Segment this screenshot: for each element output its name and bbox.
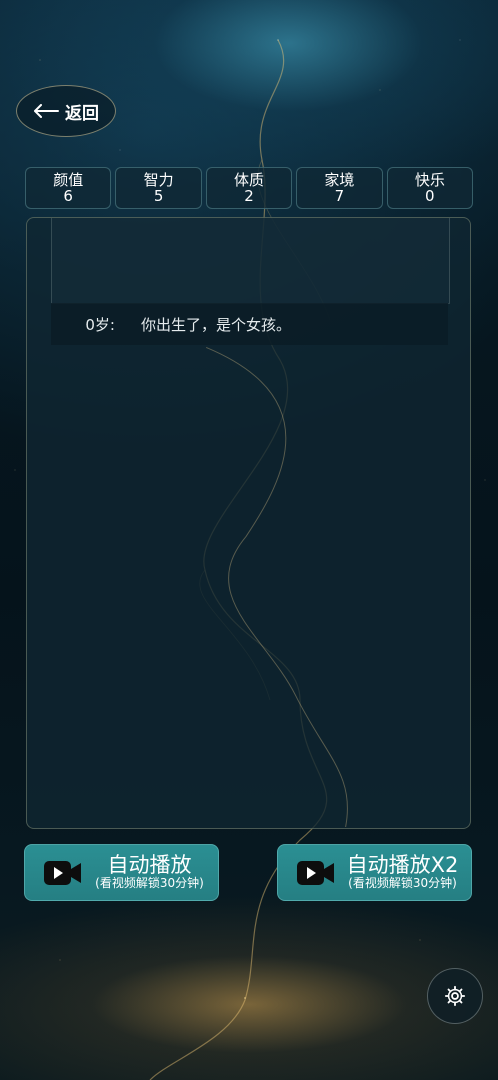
stat-name: 快乐: [414, 170, 445, 189]
auto-play-label: 自动播放: [107, 853, 192, 878]
life-event-panel[interactable]: 0岁: 你出生了，是个女孩。: [26, 217, 471, 829]
auto-play-x2-label: 自动播放X2: [346, 853, 459, 878]
back-button[interactable]: 返回: [16, 85, 116, 137]
stat-value: 2: [244, 187, 254, 205]
settings-button[interactable]: [427, 968, 483, 1024]
stat-family: 家境 7: [296, 167, 383, 209]
gear-icon: [444, 985, 466, 1007]
event-age: 0岁:: [85, 315, 115, 334]
stat-value: 7: [334, 187, 345, 205]
auto-play-x2-sub: (看视频解锁30分钟): [348, 876, 457, 891]
stat-name: 体质: [234, 170, 265, 189]
auto-play-text: 自动播放 (看视频解锁30分钟): [87, 854, 218, 890]
auto-play-sub: (看视频解锁30分钟): [95, 876, 204, 891]
stat-name: 智力: [143, 170, 174, 189]
event-header-area: [51, 218, 450, 304]
video-camera-icon: [44, 860, 81, 885]
stats-bar: 颜值 6 智力 5 体质 2 家境 7 快乐 0: [25, 167, 474, 209]
stat-appearance: 颜值 6: [25, 167, 112, 209]
auto-play-x2-text: 自动播放X2 (看视频解锁30分钟): [340, 854, 471, 890]
stat-intelligence: 智力 5: [115, 167, 202, 209]
arrow-left-icon: [34, 104, 59, 118]
auto-play-x2-button[interactable]: 自动播放X2 (看视频解锁30分钟): [277, 844, 472, 901]
stat-name: 颜值: [53, 170, 84, 189]
stat-name: 家境: [324, 170, 355, 189]
back-label: 返回: [65, 103, 99, 124]
stat-value: 6: [63, 187, 73, 205]
video-camera-icon: [297, 860, 334, 885]
stat-value: 0: [425, 187, 435, 205]
stat-happiness: 快乐 0: [386, 167, 474, 209]
auto-play-button[interactable]: 自动播放 (看视频解锁30分钟): [24, 844, 219, 901]
event-text: 你出生了，是个女孩。: [141, 315, 292, 334]
stat-value: 5: [153, 187, 164, 205]
event-row: 0岁: 你出生了，是个女孩。: [51, 303, 448, 345]
stat-constitution: 体质 2: [205, 167, 293, 209]
